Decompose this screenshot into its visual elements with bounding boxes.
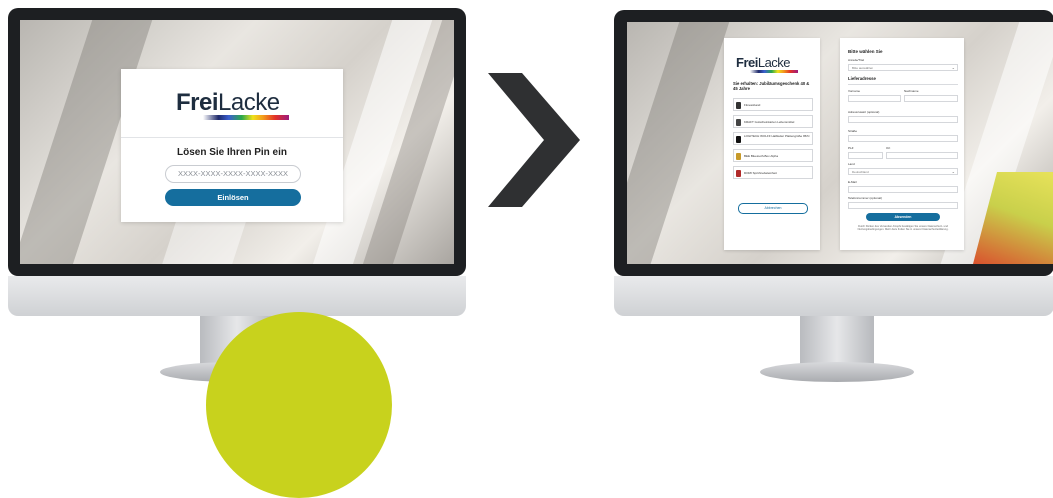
- street-label: Straße: [848, 129, 858, 133]
- address-form: Bitte wählen Sie Anrede/Titel Bitte ausw…: [840, 38, 964, 250]
- product-thumb: [736, 136, 741, 143]
- brand-logo-small: FreiLacke: [736, 55, 791, 70]
- lastname-input[interactable]: [904, 95, 958, 102]
- phone-label: Telefonnummer (optional): [848, 196, 883, 200]
- brand-bold: Frei: [736, 55, 758, 70]
- section-divider: [848, 84, 958, 85]
- cancel-button[interactable]: Abbrechen: [738, 203, 808, 214]
- firstname-label: Vorname: [848, 89, 861, 93]
- company-input[interactable]: [848, 116, 958, 123]
- redeem-button[interactable]: Einlösen: [165, 189, 301, 206]
- product-name: Fitnessband: [744, 103, 761, 107]
- phone-input[interactable]: [848, 202, 958, 209]
- submit-button[interactable]: Absenden: [866, 213, 940, 221]
- salutation-label: Anrede/Titel: [848, 58, 865, 62]
- street-input[interactable]: [848, 135, 958, 142]
- right-monitor-stand: [800, 316, 874, 366]
- card-divider: [121, 137, 343, 138]
- product-name: BEE Bluetooth-Box Alpha: [744, 154, 779, 158]
- gift-panel: FreiLacke Sie erhalten: Jubiläumsgeschen…: [724, 38, 820, 250]
- pin-input[interactable]: XXXX-XXXX-XXXX-XXXX-XXXX: [165, 165, 301, 183]
- product-thumb: [736, 153, 741, 160]
- gift-title: Sie erhalten: Jubiläumsgeschenk 40 & 45 …: [733, 81, 810, 91]
- product-item[interactable]: BEE Bluetooth-Box Alpha: [733, 149, 813, 162]
- salutation-value: Bitte auswählen: [852, 66, 874, 70]
- firstname-input[interactable]: [848, 95, 901, 102]
- brand-light: Lacke: [757, 55, 791, 70]
- right-monitor-foot: [760, 362, 914, 382]
- product-item[interactable]: KRAFT Gutscheinkarten Lebensmittel: [733, 115, 813, 128]
- email-input[interactable]: [848, 186, 958, 193]
- brand-light: Lacke: [218, 89, 280, 116]
- chevron-down-icon: ⌄: [951, 169, 955, 174]
- legal-notice: Durch Klicken des Versenden-Knopfs bestä…: [857, 225, 949, 232]
- form-title: Bitte wählen Sie: [848, 49, 883, 54]
- product-item[interactable]: DOMI Sprühnebeleinheit: [733, 166, 813, 179]
- email-label: E-Mail: [848, 180, 857, 184]
- country-value: Deutschland: [852, 170, 869, 174]
- brand-logo: FreiLacke: [176, 89, 280, 117]
- company-label: Adresszusatz (optional): [848, 110, 880, 114]
- chevron-down-icon: ⌄: [951, 65, 955, 70]
- zip-input[interactable]: [848, 152, 883, 159]
- product-thumb: [736, 170, 741, 177]
- brand-bold: Frei: [176, 89, 219, 116]
- left-monitor-chin: [8, 276, 466, 316]
- address-title: Lieferadresse: [848, 76, 876, 81]
- salutation-select[interactable]: Bitte auswählen ⌄: [848, 64, 958, 71]
- brand-rainbow-bar: [750, 70, 798, 73]
- redeem-heading: Lösen Sie Ihren Pin ein: [176, 147, 288, 158]
- product-thumb: [736, 102, 741, 109]
- product-item[interactable]: LOGITECH WOLFF Halbleiter Plattengröße 9…: [733, 132, 813, 145]
- product-name: DOMI Sprühnebeleinheit: [744, 171, 777, 175]
- product-thumb: [736, 119, 741, 126]
- chevron-right-icon: [488, 73, 580, 207]
- city-input[interactable]: [886, 152, 958, 159]
- country-label: Land: [848, 162, 855, 166]
- country-select[interactable]: Deutschland ⌄: [848, 168, 958, 175]
- city-label: Ort: [886, 146, 891, 150]
- product-item[interactable]: Fitnessband: [733, 98, 813, 111]
- brand-rainbow-bar: [203, 115, 289, 120]
- product-name: KRAFT Gutscheinkarten Lebensmittel: [744, 120, 795, 124]
- product-list: Fitnessband KRAFT Gutscheinkarten Lebens…: [733, 98, 813, 183]
- redeem-card: FreiLacke Lösen Sie Ihren Pin ein XXXX-X…: [121, 69, 343, 222]
- green-circle-decoration: [206, 312, 392, 498]
- lastname-label: Nachname: [904, 89, 919, 93]
- right-monitor-chin: [614, 276, 1053, 316]
- zip-label: PLZ: [848, 146, 854, 150]
- product-name: LOGITECH WOLFF Halbleiter Plattengröße 9…: [744, 134, 810, 138]
